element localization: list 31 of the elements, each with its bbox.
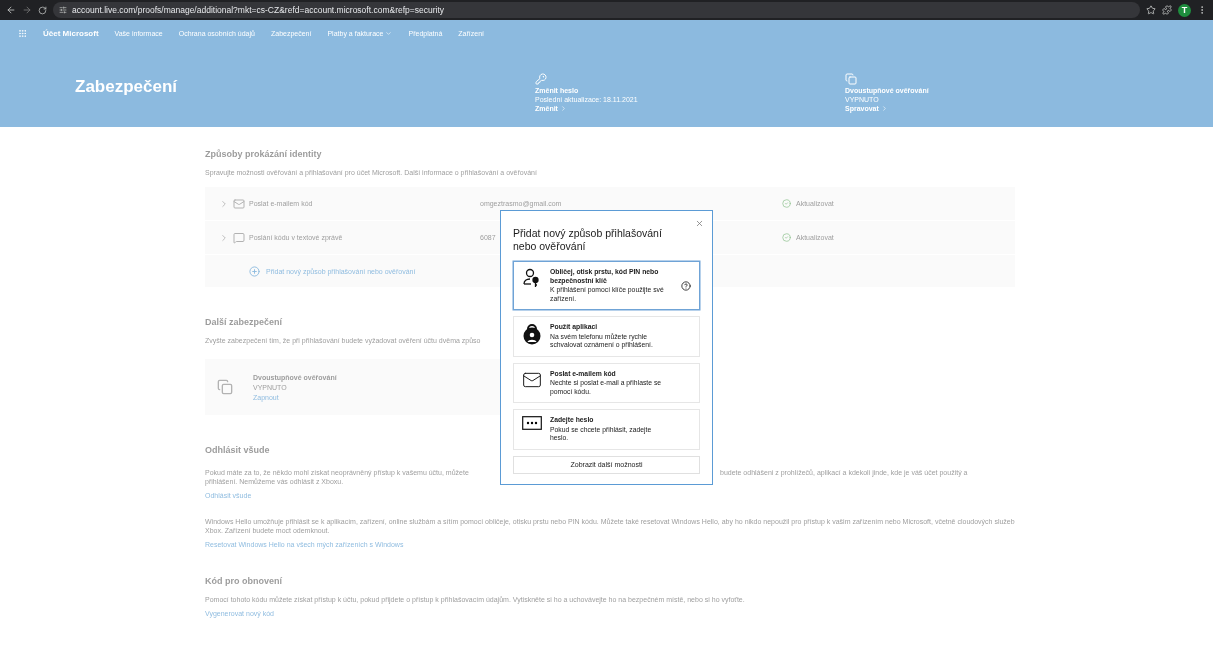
- user-key-icon: [522, 268, 542, 288]
- site-settings-icon[interactable]: [59, 6, 67, 14]
- two-step-icon: [217, 379, 233, 395]
- profile-avatar[interactable]: T: [1178, 3, 1191, 17]
- section-heading: Způsoby prokázání identity: [205, 149, 322, 159]
- forward-icon[interactable]: [22, 5, 32, 15]
- back-icon[interactable]: [6, 5, 16, 15]
- url-text: account.live.com/proofs/manage/additional?mkt=cs-CZ&refd=account.microsoft.com&refp=security: [72, 5, 445, 15]
- help-icon[interactable]: [681, 280, 691, 291]
- reload-icon[interactable]: [38, 5, 47, 15]
- section-heading: Kód pro obnovení: [205, 576, 282, 586]
- key-icon: [535, 73, 547, 85]
- password-icon: [522, 416, 542, 430]
- check-circle-icon: [782, 199, 791, 208]
- mail-icon: [233, 197, 245, 210]
- brand-name[interactable]: Účet Microsoft: [43, 28, 99, 38]
- extensions-icon[interactable]: [1162, 5, 1172, 15]
- page-title: Zabezpečení: [75, 76, 179, 97]
- two-step-icon: [845, 73, 857, 85]
- section-heading: Další zabezpečení: [205, 317, 283, 327]
- check-circle-icon: [782, 233, 791, 242]
- lock-icon: [522, 323, 542, 345]
- chevron-right-icon: [880, 105, 888, 112]
- dialog-title: Přidat nový způsob přihlašování nebo ověřování: [513, 227, 663, 253]
- message-icon: [233, 231, 245, 244]
- address-bar[interactable]: account.live.com/proofs/manage/additional?mkt=cs-CZ&refd=account.microsoft.com&refp=security: [53, 2, 1140, 18]
- close-button[interactable]: [695, 219, 704, 228]
- chevron-down-icon: [385, 29, 393, 37]
- bookmark-star-icon[interactable]: [1146, 5, 1156, 15]
- chevron-right-icon: [559, 105, 567, 112]
- section-heading: Odhlásit všude: [205, 445, 270, 455]
